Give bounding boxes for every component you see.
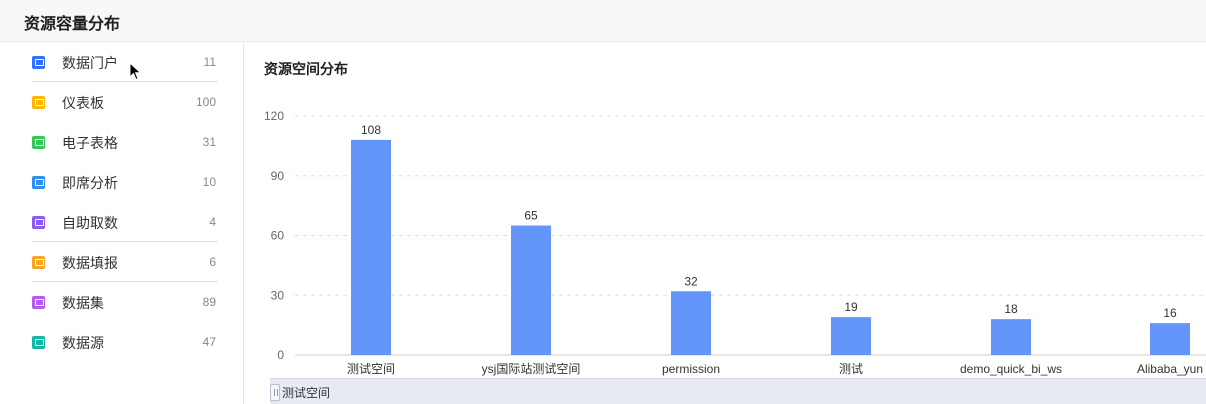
x-tick-label: ysj国际站测试空间 [482, 361, 581, 376]
x-tick-label: demo_quick_bi_ws [960, 362, 1062, 376]
x-tick-label: 测试 [839, 361, 863, 376]
y-tick-label: 90 [271, 169, 285, 183]
space-distribution-chart: 0 30 60 90 120 108 测试空间 65 ysj国际站测试空间 32 permissio… [264, 109, 1206, 376]
bar-value-label: 16 [1163, 306, 1177, 320]
slider-handle-left[interactable] [270, 384, 280, 401]
y-tick-label: 30 [271, 288, 285, 302]
bar-value-label: 19 [844, 300, 858, 314]
chart-bar [991, 319, 1031, 355]
chart-bar [511, 225, 551, 355]
y-tick-label: 60 [271, 229, 285, 243]
bar-value-label: 18 [1004, 302, 1018, 316]
x-tick-label: 测试空间 [347, 361, 395, 376]
y-tick-label: 0 [277, 348, 284, 362]
y-tick-label: 120 [264, 109, 284, 123]
bar-value-label: 65 [524, 209, 538, 223]
x-tick-label: Alibaba_yun [1137, 362, 1203, 376]
chart-bar [671, 291, 711, 355]
chart-bar [351, 139, 391, 355]
zoom-slider[interactable]: 测试空间 [270, 378, 1206, 404]
slider-track [270, 378, 1206, 404]
slider-range-label: 测试空间 [282, 386, 331, 400]
x-tick-label: permission [662, 362, 720, 376]
bar-value-label: 32 [684, 274, 698, 288]
bar-value-label: 108 [361, 123, 381, 137]
chart-bar [1150, 323, 1190, 355]
chart-bar [831, 317, 871, 355]
